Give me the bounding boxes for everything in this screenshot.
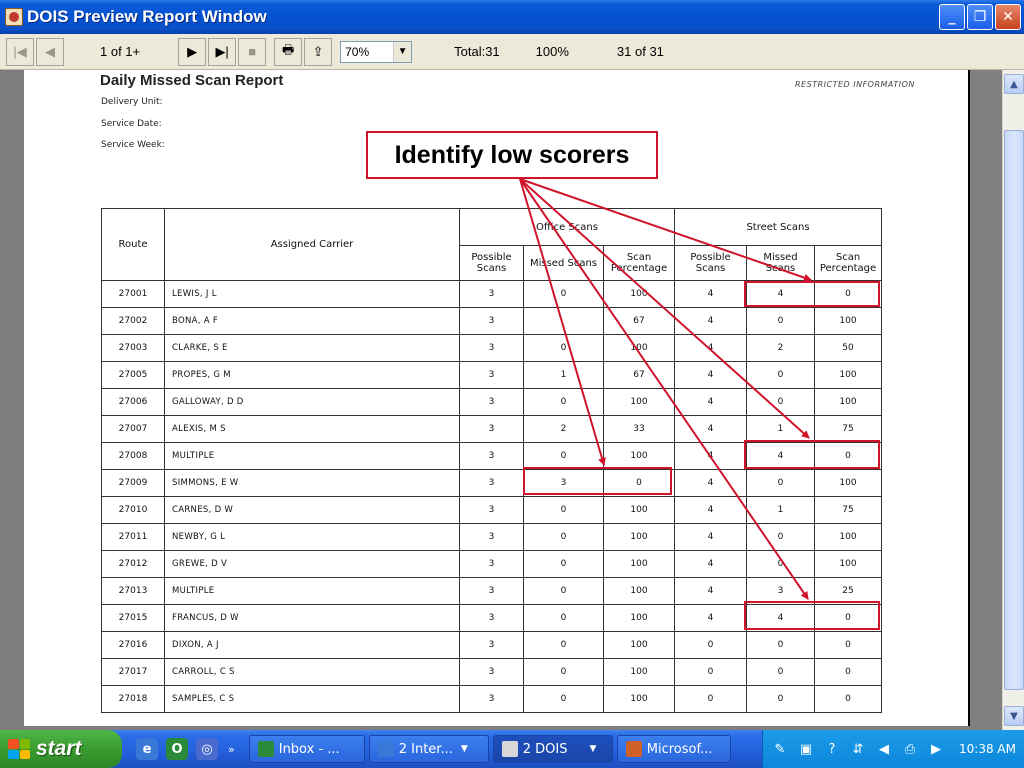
updates-icon[interactable]: ⇵: [849, 740, 867, 758]
task-label: Microsof...: [646, 741, 713, 757]
chevron-left-icon[interactable]: ◀: [875, 740, 893, 758]
media-icon[interactable]: ▶: [927, 740, 945, 758]
task-label: 2 DOIS: [522, 741, 568, 757]
printer-tray-icon[interactable]: ⎙: [901, 740, 919, 758]
dois-task-icon: [501, 741, 518, 757]
task-inbox[interactable]: Inbox - ...: [248, 735, 365, 763]
chevron-right-icon[interactable]: »: [228, 743, 235, 756]
chevron-down-icon: ▼: [589, 744, 597, 754]
start-button[interactable]: start: [0, 730, 122, 768]
clock: 10:38 AM: [959, 742, 1016, 756]
pen-icon[interactable]: ✎: [771, 740, 789, 758]
windows-flag-icon: [8, 739, 30, 759]
arrow-to-multiple: [519, 178, 810, 439]
network-icon[interactable]: ▣: [797, 740, 815, 758]
ie-task-icon: [377, 741, 394, 757]
arrow-to-francus: [519, 178, 809, 600]
arrow-to-simmons: [519, 178, 606, 466]
callout-box: Identify low scorers: [366, 131, 658, 179]
arrow-to-lewis: [519, 178, 812, 282]
annotation-arrows: [519, 178, 812, 600]
chevron-down-icon: ▼: [460, 744, 468, 754]
start-label: start: [36, 737, 82, 760]
internet-explorer-icon[interactable]: e: [136, 738, 158, 760]
browser-icon[interactable]: ◎: [196, 738, 218, 760]
callout-text: Identify low scorers: [394, 140, 630, 169]
outlook-task-icon: [257, 741, 274, 757]
task-microsoft[interactable]: Microsof...: [616, 735, 731, 763]
system-tray: ✎ ▣ ? ⇵ ◀ ⎙ ▶ 10:38 AM: [762, 730, 1024, 768]
task-label: Inbox - ...: [278, 741, 340, 757]
outlook-icon[interactable]: O: [166, 738, 188, 760]
help-icon[interactable]: ?: [823, 740, 841, 758]
task-internet-explorer[interactable]: 2 Inter... ▼: [368, 735, 489, 763]
taskbar: start e O ◎ » Inbox - ... 2 Inter... ▼ 2…: [0, 730, 1024, 768]
powerpoint-task-icon: [625, 741, 642, 757]
task-dois[interactable]: 2 DOIS ▼: [492, 735, 613, 763]
task-label: 2 Inter...: [398, 741, 453, 757]
